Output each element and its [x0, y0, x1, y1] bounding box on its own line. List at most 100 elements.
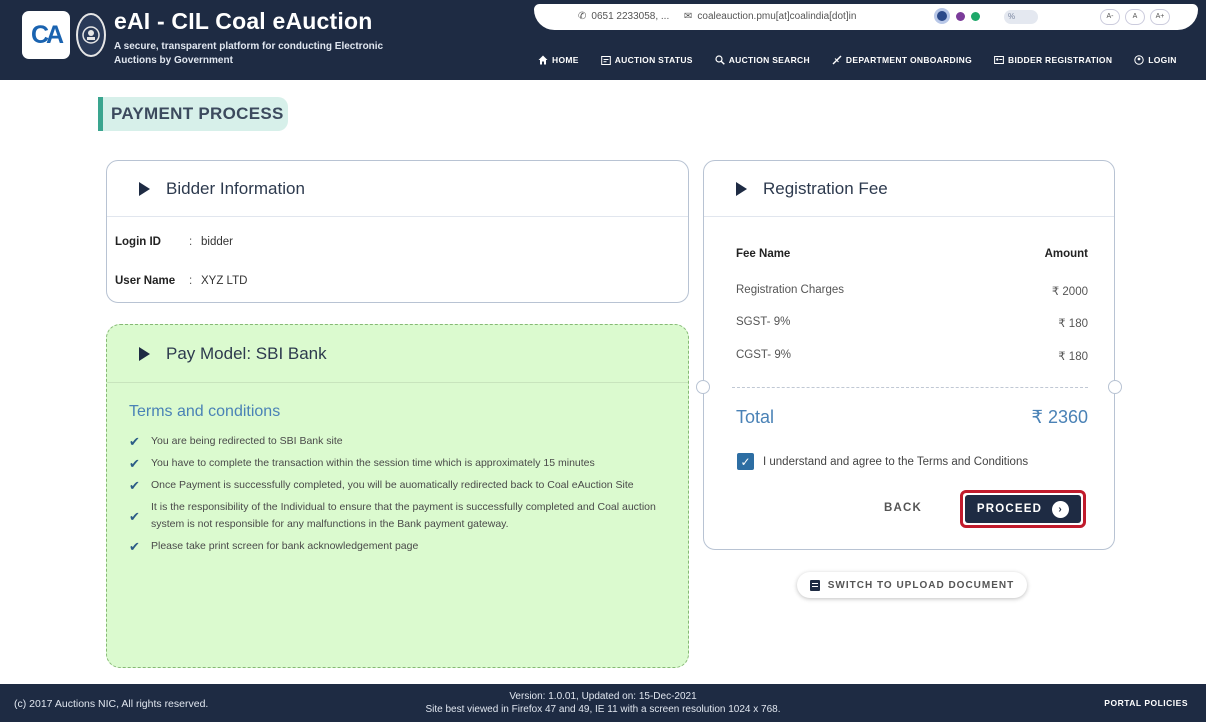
- agree-checkbox[interactable]: ✓: [737, 453, 754, 470]
- terms-title: Terms and conditions: [129, 403, 281, 420]
- ticket-notch-right: [1108, 380, 1122, 394]
- mail-icon: ✉: [684, 11, 693, 22]
- bidder-card-title: Bidder Information: [166, 178, 305, 198]
- user-name-row: User Name : XYZ LTD: [115, 275, 247, 287]
- nav-label: AUCTION SEARCH: [728, 55, 810, 65]
- site-title: eAI - CIL Coal eAuction: [114, 8, 373, 34]
- nav-label: LOGIN: [1148, 55, 1177, 65]
- agree-label: I understand and agree to the Terms and …: [763, 455, 1029, 468]
- home-icon: [538, 55, 548, 65]
- email-contact[interactable]: ✉ coaleauction.pmu[at]coalindia[dot]in: [684, 11, 856, 22]
- bidder-information-card: Bidder Information Login ID : bidder Use…: [106, 160, 689, 303]
- list-item: ✔ Please take print screen for bank ackno…: [129, 538, 669, 555]
- proceed-label: PROCEED: [976, 503, 1043, 515]
- fee-amount: ₹ 180: [1058, 318, 1088, 330]
- total-value: ₹ 2360: [1031, 407, 1089, 427]
- registration-card-title: Registration Fee: [763, 178, 888, 198]
- separator: :: [189, 275, 193, 287]
- login-id-row: Login ID : bidder: [115, 236, 233, 248]
- bidder-card-header: Bidder Information: [107, 161, 688, 217]
- terms-agreement[interactable]: ✓ I understand and agree to the Terms an…: [737, 453, 1028, 470]
- fee-name: CGST- 9%: [736, 349, 791, 361]
- version-info: Version: 1.0.01, Updated on: 15-Dec-2021…: [0, 690, 1206, 716]
- triangle-right-icon: [139, 181, 150, 196]
- list-item: ✔ Once Payment is successfully completed,…: [129, 477, 669, 494]
- calendar-icon: [600, 56, 611, 65]
- main-nav: HOME AUCTION STATUS AUCTION SEARCH DEPAR…: [538, 50, 1177, 70]
- nav-label: BIDDER REGISTRATION: [1008, 55, 1113, 65]
- phone-contact[interactable]: ✆ 0651 2233058, ...: [578, 11, 669, 22]
- portal-policies-link[interactable]: PORTAL POLICIES: [1104, 698, 1188, 708]
- terms-list: ✔ You are being redirected to SBI Bank si…: [129, 433, 669, 560]
- triangle-right-icon: [139, 346, 150, 361]
- list-item: ✔ It is the responsibility of the Individ…: [129, 499, 669, 533]
- switch-to-upload-button[interactable]: SWITCH TO UPLOAD DOCUMENT: [797, 572, 1027, 598]
- theme-switcher: [934, 8, 980, 24]
- fee-divider: [732, 387, 1088, 388]
- nav-label: DEPARTMENT ONBOARDING: [845, 55, 973, 65]
- fee-name: Registration Charges: [736, 284, 845, 296]
- nav-label: HOME: [552, 55, 579, 65]
- triangle-right-icon: [736, 181, 747, 196]
- top-utility-bar: ✆ 0651 2233058, ... ✉ coaleauction.pmu[a…: [534, 4, 1198, 30]
- pay-model-card: Pay Model: SBI Bank Terms and conditions…: [106, 324, 689, 668]
- theme-purple-button[interactable]: [956, 11, 965, 21]
- phone-text: 0651 2233058, ...: [591, 11, 670, 22]
- check-icon: ✔: [129, 508, 140, 524]
- nav-home[interactable]: HOME: [538, 55, 579, 65]
- font-size-controls: A- A A+: [1100, 9, 1170, 25]
- fee-amount: ₹ 180: [1058, 351, 1088, 363]
- term-text: It is the responsibility of the Individu…: [151, 501, 656, 530]
- nav-label: AUCTION STATUS: [614, 55, 693, 65]
- term-text: You are being redirected to SBI Bank sit…: [151, 435, 343, 447]
- separator: :: [189, 236, 193, 248]
- theme-blue-button[interactable]: [934, 8, 950, 24]
- total-row: Total ₹ 2360: [736, 407, 1088, 428]
- best-viewed-text: Site best viewed in Firefox 47 and 49, I…: [425, 704, 781, 715]
- proceed-button[interactable]: PROCEED ›: [965, 495, 1081, 523]
- nav-department-onboarding[interactable]: DEPARTMENT ONBOARDING: [832, 55, 972, 65]
- term-text: Once Payment is successfully completed, …: [151, 479, 634, 491]
- nav-auction-status[interactable]: AUCTION STATUS: [600, 55, 693, 65]
- nav-login[interactable]: LOGIN: [1134, 55, 1176, 65]
- login-id-value: bidder: [201, 236, 233, 248]
- table-row: SGST- 9% ₹ 180: [736, 316, 1088, 330]
- list-item: ✔ You have to complete the transaction wi…: [129, 455, 669, 472]
- back-button[interactable]: BACK: [884, 502, 922, 514]
- phone-icon: ✆: [578, 11, 587, 22]
- font-increase-button[interactable]: A+: [1150, 9, 1170, 25]
- toggle-label: %: [1008, 12, 1016, 21]
- arrow-right-icon: ›: [1052, 500, 1070, 518]
- id-card-icon: [994, 56, 1004, 64]
- nav-auction-search[interactable]: AUCTION SEARCH: [715, 55, 810, 65]
- site-logo[interactable]: CA: [22, 11, 70, 59]
- check-icon: ✔: [129, 539, 140, 554]
- registration-fee-card: Registration Fee Fee Name Amount Registr…: [696, 160, 1122, 550]
- switch-label: SWITCH TO UPLOAD DOCUMENT: [827, 579, 1015, 591]
- logo-text: CA: [30, 20, 64, 49]
- registration-card-header: Registration Fee: [704, 161, 1114, 217]
- nav-bidder-registration[interactable]: BIDDER REGISTRATION: [994, 55, 1112, 65]
- fee-table-header: Fee Name Amount: [736, 248, 1088, 260]
- site-header: CA eAI - CIL Coal eAuction A secure, tra…: [0, 0, 1206, 80]
- fee-name-header: Fee Name: [736, 248, 791, 260]
- check-icon: ✔: [129, 478, 140, 493]
- user-name-value: XYZ LTD: [201, 275, 248, 287]
- term-text: Please take print screen for bank acknow…: [151, 540, 419, 552]
- font-decrease-button[interactable]: A-: [1100, 9, 1120, 25]
- link-icon: [832, 55, 842, 65]
- term-text: You have to complete the transaction wit…: [151, 457, 595, 469]
- government-emblem-icon: [76, 13, 106, 57]
- amount-header: Amount: [1044, 248, 1088, 260]
- check-icon: ✔: [129, 434, 140, 449]
- user-name-label: User Name: [115, 275, 176, 287]
- pay-card-header: Pay Model: SBI Bank: [107, 325, 688, 383]
- table-row: CGST- 9% ₹ 180: [736, 349, 1088, 363]
- theme-green-button[interactable]: [971, 11, 980, 21]
- site-subtitle: A secure, transparent platform for condu…: [114, 41, 384, 66]
- font-reset-button[interactable]: A: [1125, 9, 1145, 25]
- proceed-highlight: PROCEED ›: [960, 490, 1086, 528]
- ticket-notch-left: [696, 380, 710, 394]
- contrast-toggle[interactable]: %: [1004, 10, 1038, 24]
- site-footer: (c) 2017 Auctions NIC, All rights reserv…: [0, 684, 1206, 722]
